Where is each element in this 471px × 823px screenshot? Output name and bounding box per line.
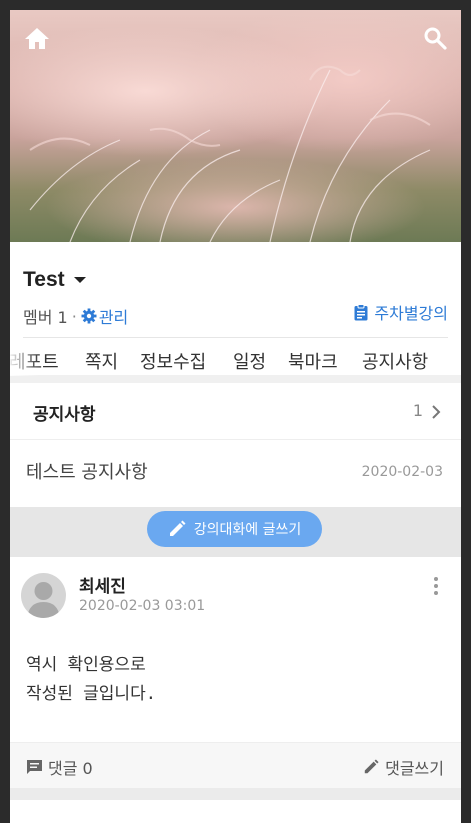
cover-image: [10, 10, 461, 242]
course-title-dropdown[interactable]: Test: [23, 268, 86, 292]
tab-notice[interactable]: 공지사항: [362, 348, 428, 374]
post-body-line: 작성된 글입니다.: [26, 684, 156, 704]
post-footer: 댓글 0 댓글쓰기: [10, 742, 461, 788]
post-author[interactable]: 최세진: [79, 572, 126, 597]
gear-icon: [81, 308, 97, 324]
default-avatar-icon: [27, 582, 60, 618]
weekly-lectures-link[interactable]: 주차별강의: [354, 300, 448, 324]
next-post-strip: [10, 788, 461, 823]
notice-divider: [10, 439, 461, 440]
app-frame: Test 멤버 1 · 관리 주차별강의 쪽지 정보수집 일정 북마크 공지사항…: [10, 10, 461, 823]
caret-down-icon: [73, 277, 86, 283]
home-button[interactable]: [23, 24, 51, 52]
pencil-icon: [169, 520, 186, 536]
notice-item-date: 2020-02-03: [361, 464, 443, 480]
course-meta: 멤버 1 · 관리: [23, 304, 128, 328]
write-area: 강의대화에 글쓰기: [10, 507, 461, 557]
course-title: Test: [23, 268, 65, 291]
dot-icon: [434, 591, 438, 595]
more-options-button[interactable]: [429, 575, 443, 597]
avatar[interactable]: [21, 573, 66, 618]
comments-label: 댓글 0: [48, 759, 93, 778]
menu-tabs: 레포트 쪽지 정보수집 일정 북마크 공지사항: [10, 338, 461, 376]
notice-item-title[interactable]: 테스트 공지사항: [26, 458, 148, 484]
write-post-button[interactable]: 강의대화에 글쓰기: [147, 511, 322, 547]
notice-count[interactable]: 1: [413, 401, 423, 420]
comments-link[interactable]: 댓글 0: [26, 755, 93, 779]
meta-separator: ·: [71, 306, 77, 326]
post-body-line: 역시 확인용으로: [26, 655, 146, 675]
dot-icon: [434, 577, 438, 581]
weekly-lectures-label: 주차별강의: [374, 304, 448, 323]
post-card: 최세진 2020-02-03 03:01 역시 확인용으로 작성된 글입니다.: [10, 557, 461, 742]
manage-link[interactable]: 관리: [81, 304, 128, 328]
pencil-icon: [364, 759, 379, 774]
notice-title: 공지사항: [33, 405, 96, 425]
post-body: 역시 확인용으로 작성된 글입니다.: [26, 651, 156, 709]
tab-messages[interactable]: 쪽지: [85, 348, 118, 374]
tab-bookmark[interactable]: 북마크: [288, 348, 338, 374]
comment-icon: [27, 760, 42, 774]
tab-info-collection[interactable]: 정보수집: [140, 348, 206, 374]
clipboard-icon: [354, 303, 368, 320]
notice-card: 공지사항 1 테스트 공지사항 2020-02-03: [10, 383, 461, 507]
member-count: 멤버 1: [23, 308, 68, 327]
write-comment-label: 댓글쓰기: [385, 759, 444, 778]
tabs-fade: [10, 338, 40, 376]
search-icon: [424, 27, 447, 50]
cover-grass-art: [29, 65, 431, 242]
dot-icon: [434, 584, 438, 588]
home-icon: [25, 28, 49, 49]
write-post-label: 강의대화에 글쓰기: [193, 522, 302, 538]
tab-schedule[interactable]: 일정: [233, 348, 266, 374]
manage-label: 관리: [98, 308, 129, 327]
chevron-right-icon[interactable]: [431, 405, 441, 419]
post-datetime: 2020-02-03 03:01: [79, 598, 206, 614]
course-header: Test 멤버 1 · 관리 주차별강의 쪽지 정보수집 일정 북마크 공지사항: [10, 242, 461, 376]
search-button[interactable]: [421, 24, 449, 52]
next-post-card: [10, 800, 461, 823]
write-comment-button[interactable]: 댓글쓰기: [363, 755, 444, 779]
